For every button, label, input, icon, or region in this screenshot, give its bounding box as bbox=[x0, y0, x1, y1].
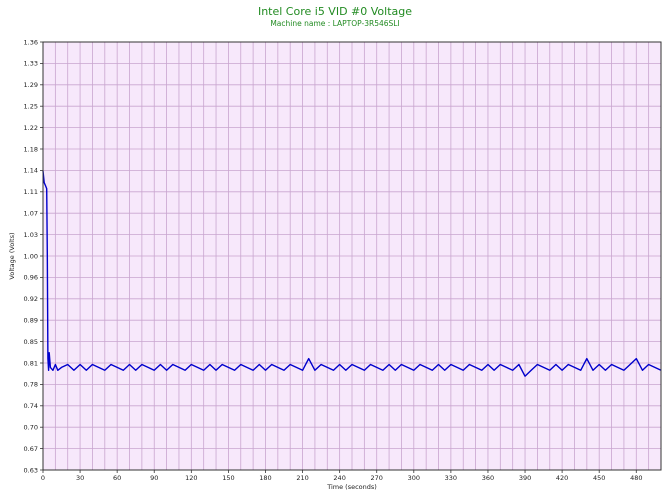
x-tick-label: 0 bbox=[41, 474, 45, 482]
y-tick-label: 1.00 bbox=[24, 252, 38, 260]
y-tick-label: 1.29 bbox=[24, 81, 38, 89]
x-axis-label: Time (seconds) bbox=[326, 483, 377, 491]
x-tick-label: 90 bbox=[150, 474, 158, 482]
x-tick-label: 240 bbox=[333, 474, 345, 482]
x-tick-label: 180 bbox=[259, 474, 271, 482]
y-tick-label: 0.85 bbox=[24, 338, 38, 346]
x-tick-label: 390 bbox=[519, 474, 531, 482]
x-tick-label: 120 bbox=[185, 474, 197, 482]
x-tick-label: 300 bbox=[408, 474, 420, 482]
voltage-line-chart: 0.63 0.67 0.70 0.74 0.78 0.81 0.85 0.89 0.92 0.96… bbox=[8, 38, 662, 491]
x-tick-label: 210 bbox=[296, 474, 308, 482]
x-axis-ticks: 0 30 60 90 120 150 180 210 240 270 300 330 360 390 420… bbox=[41, 470, 642, 482]
y-tick-label: 1.11 bbox=[24, 188, 38, 196]
y-tick-label: 0.89 bbox=[24, 317, 38, 325]
y-tick-label: 1.18 bbox=[24, 145, 38, 153]
y-axis-ticks: 0.63 0.67 0.70 0.74 0.78 0.81 0.85 0.89 0.92 0.96… bbox=[24, 38, 43, 474]
y-tick-label: 0.92 bbox=[24, 295, 38, 303]
y-tick-label: 0.70 bbox=[24, 424, 38, 432]
y-tick-label: 1.14 bbox=[24, 167, 38, 175]
y-tick-label: 1.07 bbox=[24, 210, 38, 218]
x-tick-label: 60 bbox=[113, 474, 121, 482]
x-tick-label: 270 bbox=[371, 474, 383, 482]
y-tick-label: 1.33 bbox=[24, 60, 38, 68]
y-tick-label: 1.03 bbox=[24, 231, 38, 239]
x-tick-label: 360 bbox=[482, 474, 494, 482]
y-tick-label: 0.74 bbox=[24, 402, 38, 410]
x-tick-label: 450 bbox=[593, 474, 605, 482]
y-tick-label: 1.22 bbox=[24, 124, 38, 132]
y-tick-label: 1.36 bbox=[24, 38, 38, 46]
y-tick-label: 0.63 bbox=[24, 466, 38, 474]
x-tick-label: 330 bbox=[445, 474, 457, 482]
y-tick-label: 0.81 bbox=[24, 359, 38, 367]
grid-lines bbox=[43, 42, 661, 470]
y-tick-label: 0.78 bbox=[24, 381, 38, 389]
x-tick-label: 30 bbox=[76, 474, 84, 482]
y-tick-label: 0.67 bbox=[24, 445, 38, 453]
x-tick-label: 150 bbox=[222, 474, 234, 482]
x-tick-label: 420 bbox=[556, 474, 568, 482]
y-axis-label: Voltage (Volts) bbox=[8, 232, 16, 279]
y-tick-label: 0.96 bbox=[24, 274, 38, 282]
x-tick-label: 480 bbox=[630, 474, 642, 482]
y-tick-label: 1.25 bbox=[24, 103, 38, 111]
